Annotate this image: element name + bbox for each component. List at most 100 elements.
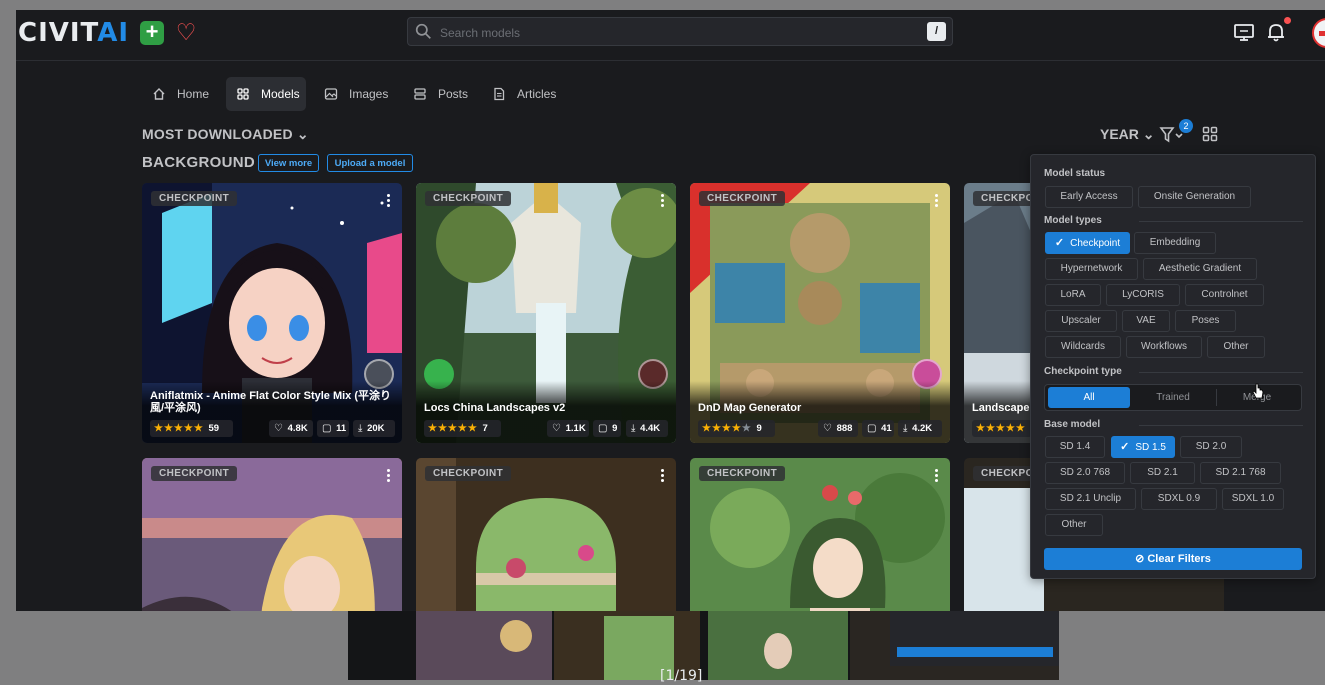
nav-models[interactable]: Models	[226, 77, 306, 111]
model-type-badge: CHECKPOINT	[425, 466, 512, 481]
more-options-icon[interactable]	[387, 469, 391, 485]
monitor-upload-icon[interactable]	[1233, 21, 1255, 43]
model-card[interactable]: CHECKPOINT	[690, 458, 950, 611]
filter-chip[interactable]: VAE	[1122, 310, 1170, 332]
comments-count: 9	[612, 423, 618, 434]
filter-chip[interactable]: Embedding	[1134, 232, 1216, 254]
heart-icon: ♡	[823, 423, 832, 434]
likes-box: ♡ 1.1K	[547, 420, 589, 437]
mouse-cursor-icon	[1252, 383, 1264, 399]
filter-chip[interactable]: Wildcards	[1045, 336, 1121, 358]
rating-count: 59	[208, 423, 220, 434]
plus-square-icon[interactable]: +	[140, 21, 164, 45]
filter-chip-selected[interactable]: Checkpoint	[1045, 232, 1130, 254]
star-rating-icon: ★★★★★	[154, 423, 204, 434]
nav-posts-label: Posts	[438, 87, 469, 101]
comment-icon: ▢	[322, 423, 332, 434]
rating-count: 9	[756, 423, 762, 434]
upload-model-button[interactable]: Upload a model	[327, 154, 413, 172]
base-model-title: Base model	[1044, 419, 1101, 430]
filter-chip[interactable]: Onsite Generation	[1138, 186, 1251, 208]
image-icon	[324, 88, 338, 100]
search-bar[interactable]: /	[407, 17, 953, 46]
nav-home[interactable]: Home	[142, 77, 216, 111]
thumbnail-strip	[348, 611, 1059, 680]
clear-filters-button[interactable]: ⊘ Clear Filters	[1044, 548, 1302, 570]
thumbnail[interactable]	[708, 611, 848, 680]
nav-articles[interactable]: Articles	[482, 77, 566, 111]
nav-posts[interactable]: Posts	[403, 77, 475, 111]
filter-chip[interactable]: SD 2.1 768	[1200, 462, 1281, 484]
comments-count: 11	[336, 423, 347, 434]
nav-images-label: Images	[349, 87, 389, 101]
sort-dropdown[interactable]: MOST DOWNLOADED ⌄	[142, 126, 309, 143]
download-icon: ⤓	[631, 423, 636, 434]
civitai-logo[interactable]: CIVITAI	[18, 18, 129, 48]
more-options-icon[interactable]	[935, 194, 939, 210]
heart-icon: ♡	[552, 423, 561, 434]
model-card[interactable]: CHECKPOINT Locs China Landscapes v2 ★★★★…	[416, 183, 676, 443]
period-label: YEAR	[1100, 126, 1139, 142]
model-card[interactable]: CHECKPOINT	[416, 458, 676, 611]
more-options-icon[interactable]	[935, 469, 939, 485]
logo-main: CIVIT	[18, 18, 98, 48]
thumbnail[interactable]	[850, 611, 1059, 680]
search-input[interactable]	[438, 22, 922, 44]
filter-dropdown: Model status Early Access Onsite Generat…	[1030, 154, 1316, 579]
filter-chip[interactable]: SDXL 0.9	[1141, 488, 1217, 510]
likes-count: 1.1K	[565, 423, 586, 434]
nav-articles-label: Articles	[517, 87, 557, 101]
model-type-badge: CHECKPOINT	[699, 466, 786, 481]
segment-all[interactable]: All	[1048, 387, 1130, 408]
thumbnail[interactable]	[416, 611, 552, 680]
model-card[interactable]: CHECKPOINT Aniflatmix - Anime Flat Color…	[142, 183, 402, 443]
more-options-icon[interactable]	[387, 194, 391, 210]
search-shortcut-key: /	[927, 22, 946, 41]
downloads-count: 4.4K	[640, 423, 661, 434]
grid-icon	[237, 88, 249, 100]
downloads-count: 4.2K	[912, 423, 933, 434]
divider	[1139, 372, 1303, 373]
filter-chip[interactable]: LyCORIS	[1106, 284, 1180, 306]
model-type-badge: CHECKPOINT	[425, 191, 512, 206]
filter-chip[interactable]: SD 2.0 768	[1045, 462, 1125, 484]
filter-chip[interactable]: Hypernetwork	[1045, 258, 1138, 280]
model-card[interactable]: CHECKPOINT	[142, 458, 402, 611]
user-avatar[interactable]	[1312, 18, 1325, 48]
downloads-count: 20K	[367, 423, 385, 434]
filter-chip[interactable]: SD 2.1	[1130, 462, 1195, 484]
model-card[interactable]: CHECKPOINT DnD Map Generator ★★★★★ 9 ♡ 8…	[690, 183, 950, 443]
segment-trained[interactable]: Trained	[1132, 387, 1214, 408]
nav-images[interactable]: Images	[314, 77, 394, 111]
filter-chip[interactable]: SD 2.1 Unclip	[1045, 488, 1136, 510]
filter-chip[interactable]: SDXL 1.0	[1222, 488, 1284, 510]
filter-chip[interactable]: Poses	[1175, 310, 1236, 332]
heart-icon[interactable]: ♡	[174, 19, 198, 45]
filter-chip[interactable]: LoRA	[1045, 284, 1101, 306]
filter-chip[interactable]: Upscaler	[1045, 310, 1117, 332]
period-dropdown[interactable]: YEAR ⌄	[1100, 126, 1155, 143]
comments-box: ▢ 9	[593, 420, 621, 437]
more-options-icon[interactable]	[661, 194, 665, 210]
filter-chip-selected[interactable]: SD 1.5	[1111, 436, 1175, 458]
filter-chip[interactable]: Workflows	[1126, 336, 1202, 358]
downloads-box: ⤓ 4.4K	[626, 420, 668, 437]
filter-chip[interactable]: Other	[1207, 336, 1265, 358]
filter-chip[interactable]: Aesthetic Gradient	[1143, 258, 1257, 280]
view-more-button[interactable]: View more	[258, 154, 319, 172]
filter-chip[interactable]: Controlnet	[1185, 284, 1264, 306]
model-name: Aniflatmix - Anime Flat Color Style Mix …	[150, 390, 392, 414]
likes-box: ♡ 888	[818, 420, 858, 437]
more-options-icon[interactable]	[661, 469, 665, 485]
rating-box: ★★★★★ 59	[150, 420, 233, 437]
comment-icon: ▢	[598, 423, 608, 434]
filter-chip[interactable]: SD 2.0	[1180, 436, 1242, 458]
filter-chip[interactable]: Early Access	[1045, 186, 1133, 208]
filter-chip[interactable]: SD 1.4	[1045, 436, 1105, 458]
rating-box: ★★★★★ 7	[424, 420, 501, 437]
bell-icon[interactable]	[1265, 21, 1287, 43]
layout-grid-icon[interactable]	[1202, 126, 1218, 142]
model-type-badge: CHECKPOINT	[151, 466, 238, 481]
nav-home-label: Home	[177, 87, 210, 101]
filter-chip[interactable]: Other	[1045, 514, 1103, 536]
